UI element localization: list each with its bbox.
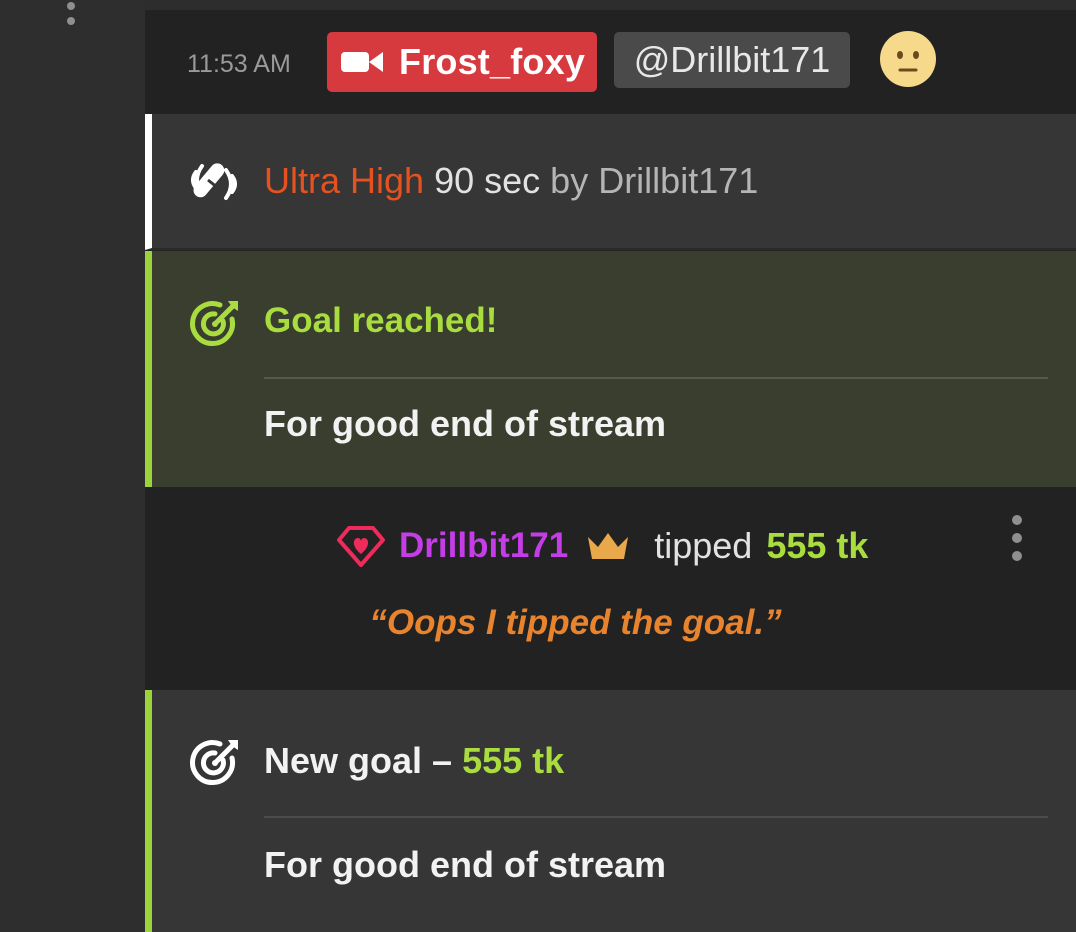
vibe-duration: 90 sec (434, 160, 541, 201)
more-options-icon[interactable] (64, 0, 78, 30)
video-camera-icon (341, 52, 383, 72)
crown-icon (588, 533, 629, 559)
more-options-icon[interactable] (1011, 515, 1023, 561)
top-strip (145, 0, 1076, 10)
goal-reached-row: Goal reached! For good end of stream (145, 251, 1076, 487)
vibe-by-user: by Drillbit171 (550, 160, 759, 201)
vibe-level: Ultra High (264, 160, 425, 201)
vibration-icon (191, 163, 237, 200)
tip-amount: 555 tk (766, 525, 869, 566)
tipper-username[interactable]: Drillbit171 (399, 526, 568, 566)
chat-message-header: 11:53 AM Frost_foxy @Drillbit171 (145, 10, 1076, 114)
vibe-event-row: Ultra High 90 sec by Drillbit171 (145, 114, 1076, 250)
host-badge[interactable]: Frost_foxy (327, 32, 597, 92)
new-goal-label: New goal – (264, 740, 463, 781)
host-name: Frost_foxy (399, 41, 586, 82)
target-icon (190, 740, 238, 786)
left-rail (0, 0, 145, 932)
mention-badge[interactable]: @Drillbit171 (614, 32, 850, 88)
timestamp: 11:53 AM (187, 50, 291, 78)
goal-reached-title: Goal reached! (264, 301, 498, 340)
tip-note: “Oops I tipped the goal.” (369, 603, 782, 642)
target-icon (190, 301, 238, 347)
tip-message-row: Drillbit171 tipped 555 tk “Oops I tipped… (145, 487, 1076, 690)
tip-verb: tipped (654, 525, 753, 566)
goal-description: For good end of stream (264, 844, 667, 885)
divider (264, 377, 1048, 379)
goal-description: For good end of stream (264, 403, 667, 444)
new-goal-amount: 555 tk (462, 740, 565, 781)
neutral-face-emoji-icon (880, 31, 936, 87)
new-goal-title: New goal – 555 tk (264, 740, 564, 782)
divider (264, 816, 1048, 818)
chat-panel: 11:53 AM Frost_foxy @Drillbit171 Ultra H… (145, 0, 1076, 932)
new-goal-row: New goal – 555 tk For good end of stream (145, 690, 1076, 932)
diamond-heart-icon (337, 526, 385, 567)
